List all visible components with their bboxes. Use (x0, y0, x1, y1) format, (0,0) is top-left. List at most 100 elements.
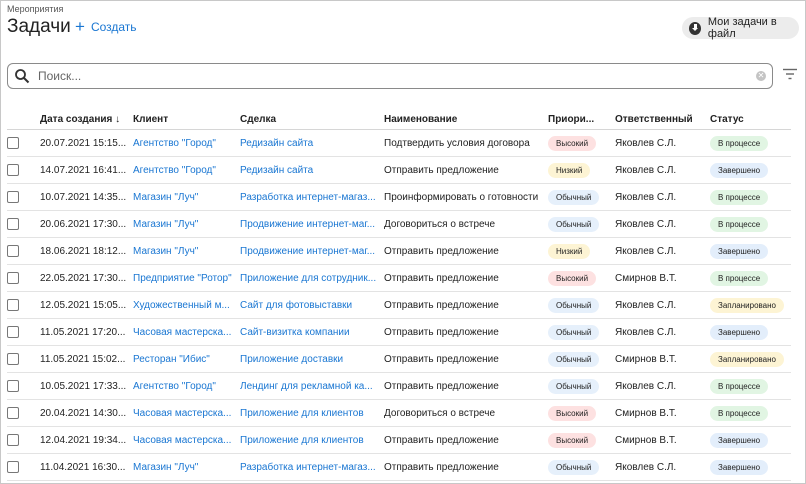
cell-date: 20.07.2021 15:15... (40, 129, 133, 157)
table-row[interactable]: 20.04.2021 14:30... Часовая мастерска... П… (7, 399, 791, 427)
row-checkbox[interactable] (7, 326, 19, 338)
cell-deal-link[interactable]: Редизайн сайта (240, 129, 384, 157)
column-header-priority-label: Приори... (548, 113, 595, 125)
cell-name: Отправить предложение (384, 156, 548, 184)
create-button[interactable]: + Создать (75, 18, 137, 36)
cell-client-link[interactable]: Ресторан "Ибис" (133, 345, 240, 373)
cell-status: Запланировано (710, 291, 791, 319)
cell-client-link[interactable]: Агентство "Город" (133, 156, 240, 184)
row-checkbox[interactable] (7, 191, 19, 203)
page-title: Задачи (7, 16, 71, 37)
cell-status: В процессе (710, 372, 791, 400)
table-row[interactable]: 18.06.2021 18:12... Магазин "Луч" Продвиже… (7, 237, 791, 265)
table-header-row: Дата создания ↓ Клиент Сделка Наименован… (7, 109, 791, 130)
row-select-cell (7, 372, 40, 400)
cell-deal-link[interactable]: Разработка интернет-магаз... (240, 183, 384, 211)
table-row[interactable]: 12.05.2021 15:05... Художественный м... Са… (7, 291, 791, 319)
column-header-client[interactable]: Клиент (133, 109, 240, 130)
cell-deal-link[interactable]: Лендинг для рекламной ка... (240, 372, 384, 400)
cell-status: Завершено (710, 156, 791, 184)
row-checkbox[interactable] (7, 137, 19, 149)
cell-status: В процессе (710, 399, 791, 427)
cell-client-link[interactable]: Магазин "Луч" (133, 210, 240, 238)
breadcrumb[interactable]: Мероприятия (7, 4, 63, 14)
table-row[interactable]: 20.07.2021 15:15... Агентство "Город" Реди… (7, 129, 791, 157)
table-row[interactable]: 11.04.2021 16:30... Магазин "Луч" Разработ… (7, 453, 791, 481)
table-row[interactable]: 12.04.2021 19:34... Часовая мастерска... П… (7, 426, 791, 454)
row-checkbox[interactable] (7, 272, 19, 284)
cell-owner: Яковлев С.Л. (615, 453, 710, 481)
table-row[interactable]: 22.05.2021 17:30... Предприятие "Ротор" Пр… (7, 264, 791, 292)
cell-deal-link[interactable]: Продвижение интернет-маг... (240, 210, 384, 238)
column-header-status[interactable]: Статус (710, 109, 791, 130)
cell-date: 20.04.2021 14:30... (40, 399, 133, 427)
row-select-cell (7, 156, 40, 184)
cell-deal-link[interactable]: Продвижение интернет-маг... (240, 237, 384, 265)
cell-client-link[interactable]: Предприятие "Ротор" (133, 264, 240, 292)
column-header-owner[interactable]: Ответственный (615, 109, 710, 130)
cell-deal-link[interactable]: Приложение доставки (240, 345, 384, 373)
priority-badge: Низкий (548, 243, 591, 259)
filter-icon[interactable] (783, 68, 797, 80)
column-header-deal[interactable]: Сделка (240, 109, 384, 130)
cell-client-link[interactable]: Часовая мастерска... (133, 318, 240, 346)
clear-icon[interactable]: ✕ (756, 71, 766, 81)
table-row[interactable]: 10.05.2021 17:33... Агентство "Город" Ленд… (7, 372, 791, 400)
table-row[interactable]: 11.05.2021 15:02... Ресторан "Ибис" Прилож… (7, 345, 791, 373)
cell-name: Отправить предложение (384, 264, 548, 292)
cell-date: 22.05.2021 17:30... (40, 264, 133, 292)
cell-deal-link[interactable]: Сайт-визитка компании (240, 318, 384, 346)
row-checkbox[interactable] (7, 353, 19, 365)
cell-deal-link[interactable]: Сайт для фотовыставки (240, 291, 384, 319)
row-checkbox[interactable] (7, 245, 19, 257)
row-checkbox[interactable] (7, 380, 19, 392)
cell-deal-link[interactable]: Редизайн сайта (240, 156, 384, 184)
row-checkbox[interactable] (7, 461, 19, 473)
cell-client-link[interactable]: Часовая мастерска... (133, 426, 240, 454)
download-icon (689, 21, 701, 35)
table-row[interactable]: 10.07.2021 14:35... Магазин "Луч" Разработ… (7, 183, 791, 211)
table-row[interactable]: 14.07.2021 16:41... Агентство "Город" Реди… (7, 156, 791, 184)
cell-client-link[interactable]: Художественный м... (133, 291, 240, 319)
priority-badge: Высокий (548, 432, 597, 448)
cell-date: 11.04.2021 16:30... (40, 453, 133, 481)
cell-client-link[interactable]: Часовая мастерска... (133, 399, 240, 427)
cell-name: Договориться о встрече (384, 399, 548, 427)
column-header-priority[interactable]: Приори... (548, 109, 615, 130)
row-checkbox[interactable] (7, 164, 19, 176)
cell-date: 14.07.2021 16:41... (40, 156, 133, 184)
cell-date: 18.06.2021 18:12... (40, 237, 133, 265)
row-checkbox[interactable] (7, 218, 19, 230)
cell-client-link[interactable]: Магазин "Луч" (133, 237, 240, 265)
cell-owner: Яковлев С.Л. (615, 156, 710, 184)
cell-client-link[interactable]: Агентство "Город" (133, 129, 240, 157)
plus-icon: + (75, 17, 85, 36)
status-badge: В процессе (710, 378, 769, 394)
row-select-cell (7, 426, 40, 454)
cell-name: Отправить предложение (384, 291, 548, 319)
row-checkbox[interactable] (7, 434, 19, 446)
search-input[interactable] (36, 68, 740, 84)
cell-client-link[interactable]: Агентство "Город" (133, 372, 240, 400)
column-header-date[interactable]: Дата создания ↓ (40, 109, 133, 130)
cell-client-link[interactable]: Магазин "Луч" (133, 183, 240, 211)
cell-status: Запланировано (710, 345, 791, 373)
cell-client-link[interactable]: Магазин "Луч" (133, 453, 240, 481)
cell-deal-link[interactable]: Приложение для клиентов (240, 399, 384, 427)
cell-date: 10.07.2021 14:35... (40, 183, 133, 211)
column-header-name[interactable]: Наименование (384, 109, 548, 130)
table-row[interactable]: 11.05.2021 17:20... Часовая мастерска... С… (7, 318, 791, 346)
priority-badge: Обычный (548, 351, 600, 367)
row-checkbox[interactable] (7, 407, 19, 419)
export-my-tasks-button[interactable]: Мои задачи в файл (682, 16, 799, 40)
search-box[interactable]: ✕ (7, 63, 773, 89)
cell-name: Отправить предложение (384, 372, 548, 400)
row-checkbox[interactable] (7, 299, 19, 311)
status-badge: Завершено (710, 243, 769, 259)
cell-deal-link[interactable]: Приложение для клиентов (240, 426, 384, 454)
cell-date: 11.05.2021 17:20... (40, 318, 133, 346)
cell-deal-link[interactable]: Приложение для сотрудник... (240, 264, 384, 292)
cell-deal-link[interactable]: Разработка интернет-магаз... (240, 453, 384, 481)
status-badge: В процессе (710, 135, 769, 151)
table-row[interactable]: 20.06.2021 17:30... Магазин "Луч" Продвиже… (7, 210, 791, 238)
